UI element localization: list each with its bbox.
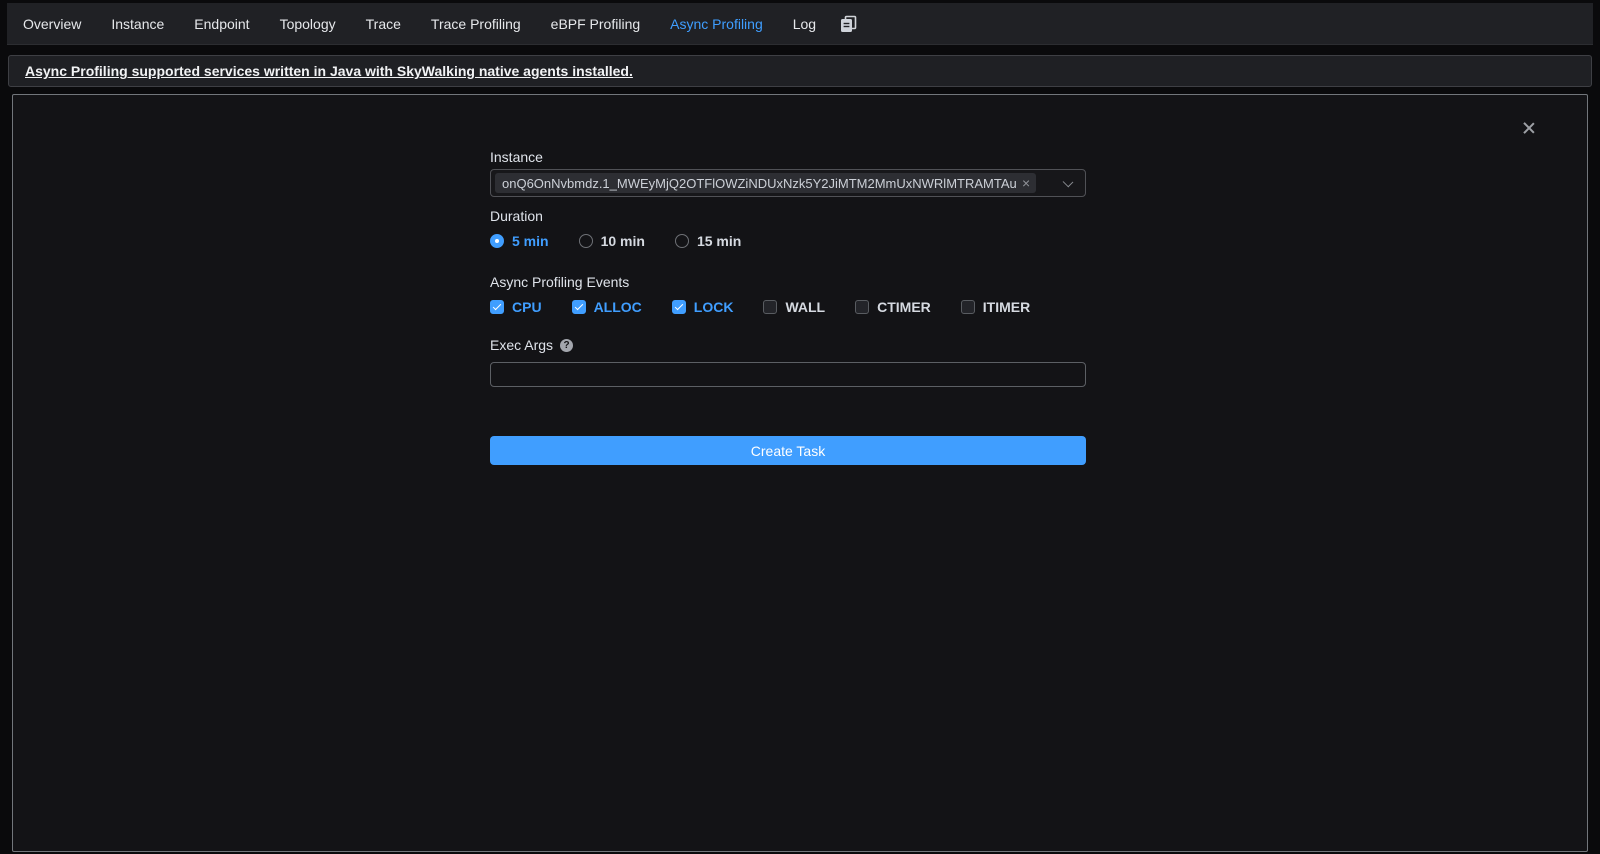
checkbox-itimer[interactable]: ITIMER	[961, 299, 1030, 315]
chevron-down-icon[interactable]	[1063, 177, 1074, 188]
tab-ebpf-profiling[interactable]: eBPF Profiling	[551, 16, 640, 32]
remove-tag-icon[interactable]: ×	[1022, 176, 1030, 190]
checkbox-cpu[interactable]: CPU	[490, 299, 542, 315]
instance-tag: onQ6OnNvbmdz.1_MWEyMjQ2OTFlOWZiNDUxNzk5Y…	[495, 173, 1036, 193]
checkbox-icon	[763, 300, 777, 314]
radio-10min[interactable]: 10 min	[579, 233, 645, 249]
question-circle-icon[interactable]: ?	[560, 339, 573, 352]
tab-topology[interactable]: Topology	[280, 16, 336, 32]
tab-instance[interactable]: Instance	[111, 16, 164, 32]
create-task-panel: Instance onQ6OnNvbmdz.1_MWEyMjQ2OTFlOWZi…	[12, 94, 1588, 852]
create-task-form: Instance onQ6OnNvbmdz.1_MWEyMjQ2OTFlOWZi…	[490, 150, 1086, 465]
tab-endpoint[interactable]: Endpoint	[194, 16, 249, 32]
create-task-button[interactable]: Create Task	[490, 436, 1086, 465]
radio-5min[interactable]: 5 min	[490, 233, 549, 249]
instance-select[interactable]: onQ6OnNvbmdz.1_MWEyMjQ2OTFlOWZiNDUxNzk5Y…	[490, 169, 1086, 197]
exec-args-label: Exec Args ?	[490, 338, 1086, 353]
checkbox-icon	[961, 300, 975, 314]
top-navigation: Overview Instance Endpoint Topology Trac…	[7, 3, 1593, 45]
radio-icon	[675, 234, 689, 248]
instance-label: Instance	[490, 150, 1086, 165]
checkbox-icon	[672, 300, 686, 314]
checkbox-icon	[855, 300, 869, 314]
copy-tasks-icon[interactable]	[840, 15, 857, 33]
close-icon[interactable]	[1521, 120, 1537, 136]
radio-15min[interactable]: 15 min	[675, 233, 741, 249]
radio-icon	[490, 234, 504, 248]
info-banner: Async Profiling supported services writt…	[8, 55, 1592, 87]
events-options: CPU ALLOC LOCK WALL CTIMER	[490, 299, 1086, 315]
instance-tag-text: onQ6OnNvbmdz.1_MWEyMjQ2OTFlOWZiNDUxNzk5Y…	[502, 176, 1017, 191]
tab-overview[interactable]: Overview	[23, 16, 81, 32]
checkbox-icon	[490, 300, 504, 314]
tab-trace-profiling[interactable]: Trace Profiling	[431, 16, 521, 32]
duration-label: Duration	[490, 209, 1086, 224]
radio-icon	[579, 234, 593, 248]
checkbox-wall[interactable]: WALL	[763, 299, 825, 315]
checkbox-icon	[572, 300, 586, 314]
tab-log[interactable]: Log	[793, 16, 816, 32]
events-label: Async Profiling Events	[490, 275, 1086, 290]
async-profiling-doc-link[interactable]: Async Profiling supported services writt…	[25, 63, 633, 79]
duration-options: 5 min 10 min 15 min	[490, 233, 1086, 249]
checkbox-lock[interactable]: LOCK	[672, 299, 734, 315]
checkbox-ctimer[interactable]: CTIMER	[855, 299, 931, 315]
checkbox-alloc[interactable]: ALLOC	[572, 299, 642, 315]
tab-trace[interactable]: Trace	[366, 16, 401, 32]
tab-async-profiling[interactable]: Async Profiling	[670, 16, 763, 32]
exec-args-input[interactable]	[490, 362, 1086, 387]
